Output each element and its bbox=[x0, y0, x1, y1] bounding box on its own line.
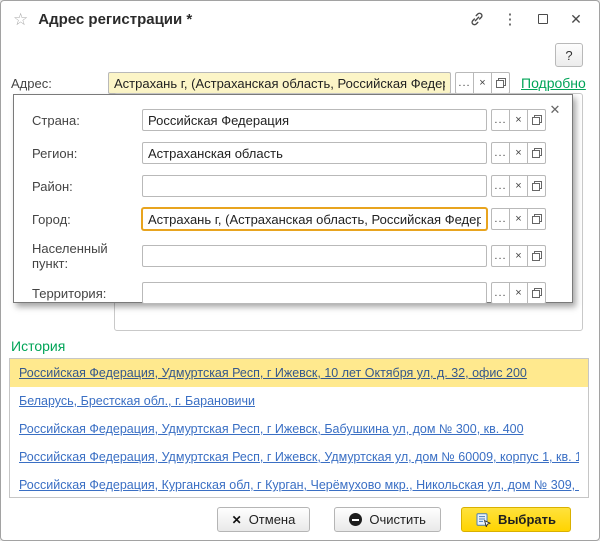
popup-field-row: Территория: ... × bbox=[32, 282, 546, 304]
address-row: Адрес: ... × Подробно bbox=[11, 72, 586, 94]
popup-field-input[interactable] bbox=[142, 245, 487, 267]
select-label: Выбрать bbox=[498, 512, 556, 527]
field-select-button[interactable]: ... bbox=[491, 208, 510, 230]
popup-field-row: Населенный пункт: ... × bbox=[32, 241, 546, 271]
history-row[interactable]: Беларусь, Брестская обл., г. Барановичи bbox=[10, 387, 588, 415]
field-clear-button[interactable]: × bbox=[509, 109, 528, 131]
popup-field-label: Населенный пункт: bbox=[32, 241, 142, 271]
copy-icon bbox=[532, 288, 542, 298]
details-link[interactable]: Подробно bbox=[521, 75, 586, 91]
field-select-button[interactable]: ... bbox=[491, 282, 510, 304]
popup-field-input[interactable] bbox=[142, 142, 487, 164]
popup-field-input-group: ... × bbox=[142, 109, 546, 131]
field-copy-button[interactable] bbox=[527, 245, 546, 267]
popup-field-input[interactable] bbox=[142, 175, 487, 197]
field-clear-button[interactable]: × bbox=[509, 175, 528, 197]
popup-field-input-group: ... × bbox=[142, 282, 546, 304]
popup-field-row: Район: ... × bbox=[32, 175, 546, 197]
popup-field-input-group: ... × bbox=[142, 208, 546, 230]
field-copy-button[interactable] bbox=[527, 109, 546, 131]
history-row[interactable]: Российская Федерация, Удмуртская Респ, г… bbox=[10, 443, 588, 471]
history-address-link[interactable]: Российская Федерация, Удмуртская Респ, г… bbox=[19, 422, 524, 436]
history-row[interactable]: Российская Федерация, Удмуртская Респ, г… bbox=[10, 359, 588, 387]
copy-icon bbox=[532, 181, 542, 191]
popup-field-label: Город: bbox=[32, 212, 142, 227]
field-copy-button[interactable] bbox=[527, 142, 546, 164]
field-select-button[interactable]: ... bbox=[491, 142, 510, 164]
copy-icon bbox=[496, 78, 506, 88]
popup-fields: Страна: ... × Регион: ... × Район: ... ×… bbox=[32, 109, 546, 304]
select-document-icon bbox=[476, 513, 491, 527]
popup-field-input-group: ... × bbox=[142, 245, 546, 267]
copy-icon bbox=[532, 251, 542, 261]
popup-field-input-group: ... × bbox=[142, 142, 546, 164]
select-button[interactable]: Выбрать bbox=[461, 507, 571, 532]
history-list: Российская Федерация, Удмуртская Респ, г… bbox=[9, 358, 589, 498]
field-select-button[interactable]: ... bbox=[491, 245, 510, 267]
popup-field-row: Город: ... × bbox=[32, 208, 546, 230]
address-input-group: ... × bbox=[108, 72, 510, 94]
address-parts-popup: ✕ Страна: ... × Регион: ... × Район: ...… bbox=[13, 94, 573, 303]
field-clear-button[interactable]: × bbox=[509, 208, 528, 230]
maximize-glyph bbox=[538, 14, 548, 24]
address-dialog-window: ☆ Адрес регистрации * ⋮ ✕ ? Адрес: ... ×… bbox=[0, 0, 600, 541]
favorite-star-icon[interactable]: ☆ bbox=[13, 11, 28, 28]
field-select-button[interactable]: ... bbox=[491, 109, 510, 131]
address-clear-button[interactable]: × bbox=[473, 72, 492, 94]
history-row[interactable]: Российская Федерация, Удмуртская Респ, г… bbox=[10, 415, 588, 443]
address-copy-button[interactable] bbox=[491, 72, 510, 94]
page-title: Адрес регистрации * bbox=[38, 11, 468, 28]
cancel-x-icon: ✕ bbox=[232, 513, 242, 527]
more-menu-icon[interactable]: ⋮ bbox=[501, 10, 519, 28]
history-title: История bbox=[11, 338, 65, 354]
clear-button[interactable]: Очистить bbox=[334, 507, 441, 532]
popup-field-label: Район: bbox=[32, 179, 142, 194]
link-icon[interactable] bbox=[468, 10, 486, 28]
address-label: Адрес: bbox=[11, 76, 108, 91]
footer-buttons: ✕ Отмена Очистить Выбрать bbox=[1, 507, 571, 532]
popup-field-label: Страна: bbox=[32, 113, 142, 128]
help-button[interactable]: ? bbox=[555, 43, 583, 67]
popup-field-input[interactable] bbox=[142, 282, 487, 304]
history-address-link[interactable]: Российская Федерация, Курганская обл, г … bbox=[19, 478, 579, 492]
title-bar: ☆ Адрес регистрации * ⋮ ✕ bbox=[1, 1, 599, 37]
field-select-button[interactable]: ... bbox=[491, 175, 510, 197]
clear-label: Очистить bbox=[369, 512, 426, 527]
field-copy-button[interactable] bbox=[527, 282, 546, 304]
field-copy-button[interactable] bbox=[527, 208, 546, 230]
window-controls: ⋮ ✕ bbox=[468, 10, 585, 28]
copy-icon bbox=[532, 115, 542, 125]
address-select-button[interactable]: ... bbox=[455, 72, 474, 94]
popup-field-label: Регион: bbox=[32, 146, 142, 161]
copy-icon bbox=[532, 214, 542, 224]
popup-field-row: Страна: ... × bbox=[32, 109, 546, 131]
address-input[interactable] bbox=[108, 72, 451, 94]
history-address-link[interactable]: Российская Федерация, Удмуртская Респ, г… bbox=[19, 450, 579, 464]
history-address-link[interactable]: Беларусь, Брестская обл., г. Барановичи bbox=[19, 394, 255, 408]
cancel-label: Отмена bbox=[249, 512, 296, 527]
cancel-button[interactable]: ✕ Отмена bbox=[217, 507, 311, 532]
field-clear-button[interactable]: × bbox=[509, 245, 528, 267]
field-copy-button[interactable] bbox=[527, 175, 546, 197]
popup-close-icon[interactable]: ✕ bbox=[547, 102, 563, 118]
history-row[interactable]: Российская Федерация, Курганская обл, г … bbox=[10, 471, 588, 498]
popup-field-input-group: ... × bbox=[142, 175, 546, 197]
copy-icon bbox=[532, 148, 542, 158]
maximize-icon[interactable] bbox=[534, 10, 552, 28]
popup-field-row: Регион: ... × bbox=[32, 142, 546, 164]
field-clear-button[interactable]: × bbox=[509, 142, 528, 164]
popup-field-input[interactable] bbox=[142, 109, 487, 131]
field-clear-button[interactable]: × bbox=[509, 282, 528, 304]
popup-field-input[interactable] bbox=[142, 208, 487, 230]
history-address-link[interactable]: Российская Федерация, Удмуртская Респ, г… bbox=[19, 366, 527, 380]
clear-minus-icon bbox=[349, 513, 362, 526]
close-icon[interactable]: ✕ bbox=[567, 10, 585, 28]
popup-field-label: Территория: bbox=[32, 286, 142, 301]
